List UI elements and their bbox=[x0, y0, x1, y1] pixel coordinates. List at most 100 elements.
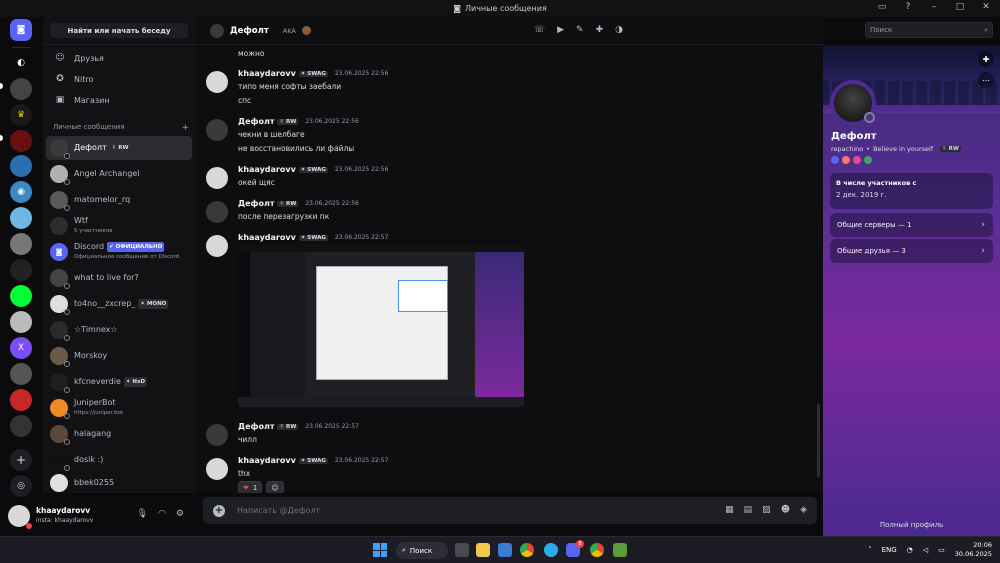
minecraft-icon[interactable] bbox=[613, 543, 627, 557]
heart-reaction[interactable]: ❤ 1 bbox=[238, 481, 263, 493]
microphone-icon[interactable]: 🎙 bbox=[137, 509, 148, 519]
gift-icon[interactable]: ▦ bbox=[725, 505, 734, 515]
author-avatar[interactable] bbox=[206, 235, 228, 257]
author-avatar[interactable] bbox=[206, 167, 228, 189]
help-icon[interactable]: ? bbox=[902, 2, 914, 12]
store-icon[interactable] bbox=[498, 543, 512, 557]
server-icon[interactable] bbox=[10, 78, 32, 100]
close-button[interactable]: ✕ bbox=[980, 2, 992, 12]
user-avatar[interactable] bbox=[8, 504, 32, 529]
task-view-icon[interactable] bbox=[455, 543, 469, 557]
author-avatar[interactable] bbox=[206, 119, 228, 141]
server-icon[interactable] bbox=[10, 389, 32, 411]
settings-gear-icon[interactable]: ⚙ bbox=[176, 509, 184, 519]
server-icon[interactable] bbox=[10, 363, 32, 385]
server-icon[interactable] bbox=[10, 155, 32, 177]
badge-icon[interactable] bbox=[842, 156, 850, 164]
image-attachment[interactable] bbox=[238, 244, 524, 407]
dm-item[interactable]: kfcneverdie ✦ NxD bbox=[46, 370, 192, 394]
chrome-icon[interactable] bbox=[590, 543, 604, 557]
dm-item[interactable]: JuniperBot https://juniper.bot bbox=[46, 396, 192, 420]
gif-icon[interactable]: ▤ bbox=[744, 505, 753, 515]
video-call-icon[interactable]: ▶ bbox=[557, 25, 564, 35]
add-friend-icon[interactable]: ✚ bbox=[596, 25, 604, 35]
dm-item[interactable]: bbek0255 bbox=[46, 474, 192, 492]
server-icon[interactable]: X bbox=[10, 337, 32, 359]
nav-nitro[interactable]: ✪ Nitro bbox=[50, 70, 190, 88]
dm-item[interactable]: Дефолт ✌ RW bbox=[46, 136, 192, 160]
mutual-friends-row[interactable]: Общие друзья — 3 › bbox=[830, 239, 993, 263]
full-profile-link[interactable]: Полный профиль bbox=[823, 521, 1000, 529]
attach-plus-icon[interactable]: + bbox=[213, 504, 225, 517]
battery-icon[interactable]: ▭ bbox=[938, 546, 945, 554]
more-options-icon[interactable]: ⋯ bbox=[978, 72, 994, 88]
explore-servers-button[interactable]: ◎ bbox=[10, 475, 32, 497]
author-avatar[interactable] bbox=[206, 71, 228, 93]
dm-item[interactable]: ◙ Discord ✔ ОФИЦИАЛЬНО Официальное сообщен… bbox=[46, 240, 192, 264]
author-name[interactable]: Дефолт bbox=[238, 199, 274, 208]
volume-icon[interactable]: ◁ bbox=[923, 546, 928, 554]
server-icon[interactable] bbox=[10, 130, 32, 152]
clock[interactable]: 20:06 30.06.2025 bbox=[955, 541, 992, 559]
voice-call-icon[interactable]: ☏ bbox=[534, 25, 545, 35]
dm-item[interactable]: what to live for? bbox=[46, 266, 192, 290]
author-name[interactable]: khaaydarovv bbox=[238, 165, 296, 174]
pinned-icon[interactable]: ✎ bbox=[576, 25, 584, 35]
dm-item[interactable]: to4no__zxcrep_ ✦ MONO bbox=[46, 292, 192, 316]
dm-item[interactable]: dosik :) bbox=[46, 448, 192, 472]
dm-item[interactable]: Wtf 5 участников bbox=[46, 214, 192, 238]
find-conversation-button[interactable]: Найти или начать беседу bbox=[50, 23, 188, 38]
minimize-button[interactable]: – bbox=[928, 2, 940, 12]
badge-icon[interactable] bbox=[831, 156, 839, 164]
add-reaction-button[interactable]: ☺ bbox=[266, 481, 284, 493]
server-icon[interactable]: ◐ bbox=[10, 52, 32, 74]
server-icon[interactable] bbox=[10, 207, 32, 229]
dm-item[interactable]: Angel Archangel bbox=[46, 162, 192, 186]
wifi-icon[interactable]: ◔ bbox=[907, 546, 913, 554]
nav-friends[interactable]: ☺ Друзья bbox=[50, 49, 190, 67]
apps-icon[interactable]: ◈ bbox=[800, 505, 807, 515]
server-icon[interactable] bbox=[10, 415, 32, 437]
server-icon[interactable] bbox=[10, 311, 32, 333]
create-dm-button[interactable]: + bbox=[181, 123, 189, 133]
dm-item[interactable]: matomelor_rq bbox=[46, 188, 192, 212]
nav-shop[interactable]: ▣ Магазин bbox=[50, 91, 190, 109]
server-icon[interactable]: ◉ bbox=[10, 181, 32, 203]
author-name[interactable]: Дефолт bbox=[238, 422, 274, 431]
badge-icon[interactable] bbox=[853, 156, 861, 164]
taskbar-search[interactable]: ⌕ Поиск bbox=[396, 542, 448, 559]
server-icon[interactable] bbox=[10, 259, 32, 281]
file-explorer-icon[interactable] bbox=[476, 543, 490, 557]
author-name[interactable]: khaaydarovv bbox=[238, 233, 296, 242]
dm-item[interactable]: halagang bbox=[46, 422, 192, 446]
author-name[interactable]: Дефолт bbox=[238, 117, 274, 126]
telegram-icon[interactable] bbox=[544, 543, 558, 557]
profile-toggle-icon[interactable]: ◑ bbox=[615, 25, 623, 35]
author-name[interactable]: khaaydarovv bbox=[238, 69, 296, 78]
dm-item[interactable]: ☆Timnex☆ bbox=[46, 318, 192, 342]
chat-scrollbar[interactable] bbox=[817, 404, 820, 477]
profile-avatar[interactable] bbox=[830, 80, 876, 126]
sticker-icon[interactable]: ▨ bbox=[762, 505, 771, 515]
server-icon[interactable] bbox=[10, 285, 32, 307]
maximize-button[interactable]: □ bbox=[954, 2, 966, 12]
author-name[interactable]: khaaydarovv bbox=[238, 456, 296, 465]
headphones-icon[interactable]: ◠ bbox=[158, 509, 166, 519]
emoji-icon[interactable]: ☻ bbox=[781, 505, 790, 515]
server-icon[interactable]: ♛ bbox=[10, 104, 32, 126]
chrome-icon[interactable] bbox=[520, 543, 534, 557]
author-avatar[interactable] bbox=[206, 201, 228, 223]
mutual-servers-row[interactable]: Общие серверы — 1 › bbox=[830, 213, 993, 237]
add-server-button[interactable]: + bbox=[10, 449, 32, 471]
author-avatar[interactable] bbox=[206, 458, 228, 480]
dm-item[interactable]: Morskoy bbox=[46, 344, 192, 368]
windows-start-icon[interactable] bbox=[373, 543, 387, 557]
badge-icon[interactable] bbox=[864, 156, 872, 164]
author-avatar[interactable] bbox=[206, 424, 228, 446]
search-input[interactable]: Поиск ⌕ bbox=[865, 22, 993, 38]
language-indicator[interactable]: ENG bbox=[882, 546, 897, 554]
message-composer[interactable]: + Написать @Дефолт ▦ ▤ ▨ ☻ ◈ bbox=[203, 497, 817, 524]
tray-chevron-up-icon[interactable]: ˄ bbox=[868, 546, 872, 554]
server-icon[interactable] bbox=[10, 233, 32, 255]
add-friend-icon[interactable]: ✚ bbox=[978, 51, 994, 67]
